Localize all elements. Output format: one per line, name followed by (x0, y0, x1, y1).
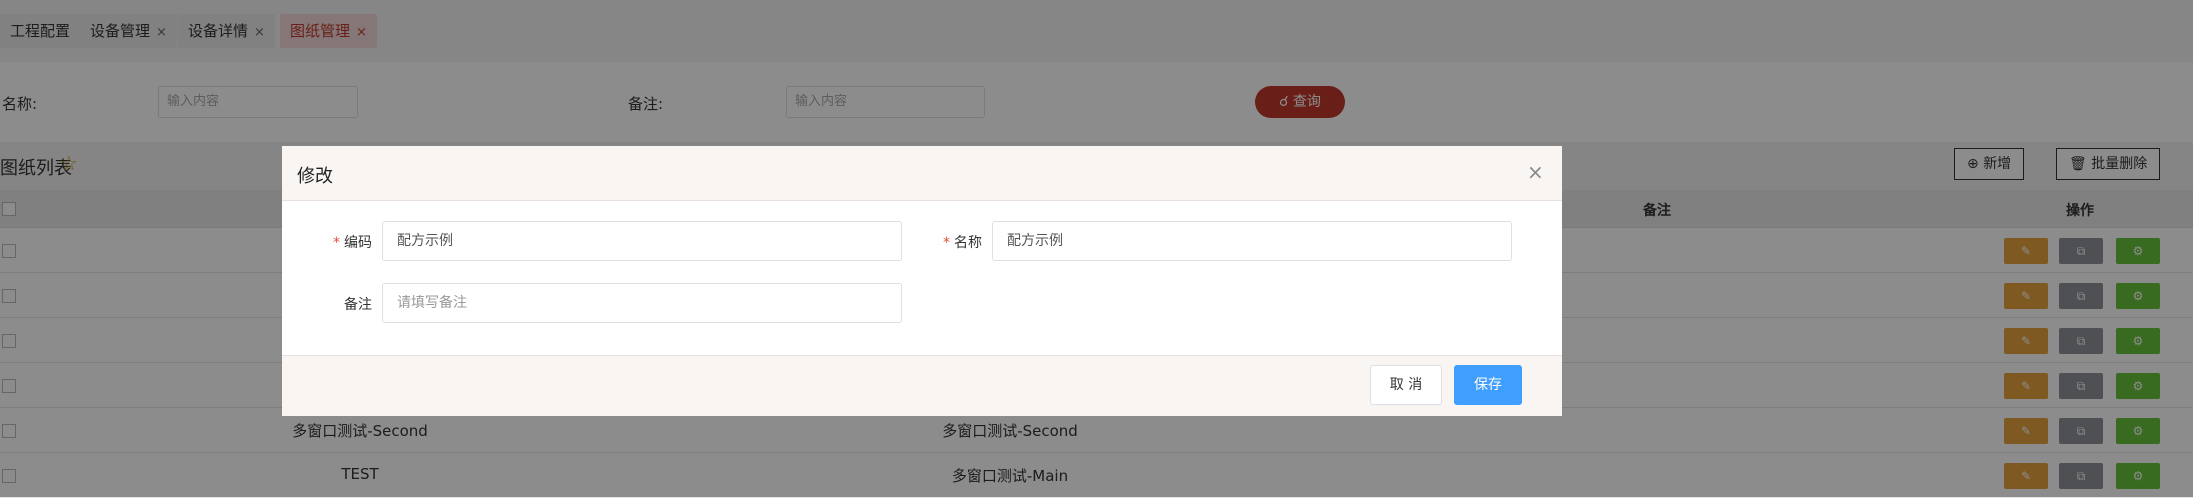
cancel-button[interactable]: 取 消 (1370, 365, 1442, 405)
required-mark: * (943, 235, 950, 251)
close-icon[interactable]: × (1527, 160, 1544, 184)
name-field[interactable]: 配方示例 (992, 221, 1512, 261)
name-field-label: * 名称 (922, 232, 982, 252)
dialog-title: 修改 (297, 166, 333, 187)
dialog-header (282, 146, 1562, 201)
remark-field-label: 备注 (344, 297, 372, 313)
required-mark: * (333, 235, 340, 251)
name-label-text: 名称 (954, 235, 982, 251)
code-field-label: * 编码 (312, 232, 372, 252)
code-field[interactable]: 配方示例 (382, 221, 902, 261)
save-button[interactable]: 保存 (1454, 365, 1522, 405)
remark-field[interactable]: 请填写备注 (382, 283, 902, 323)
code-label-text: 编码 (344, 235, 372, 251)
edit-dialog: 修改 × * 编码 配方示例 * 名称 配方示例 备注 请填写备注 取 消 保存 (282, 146, 1562, 416)
